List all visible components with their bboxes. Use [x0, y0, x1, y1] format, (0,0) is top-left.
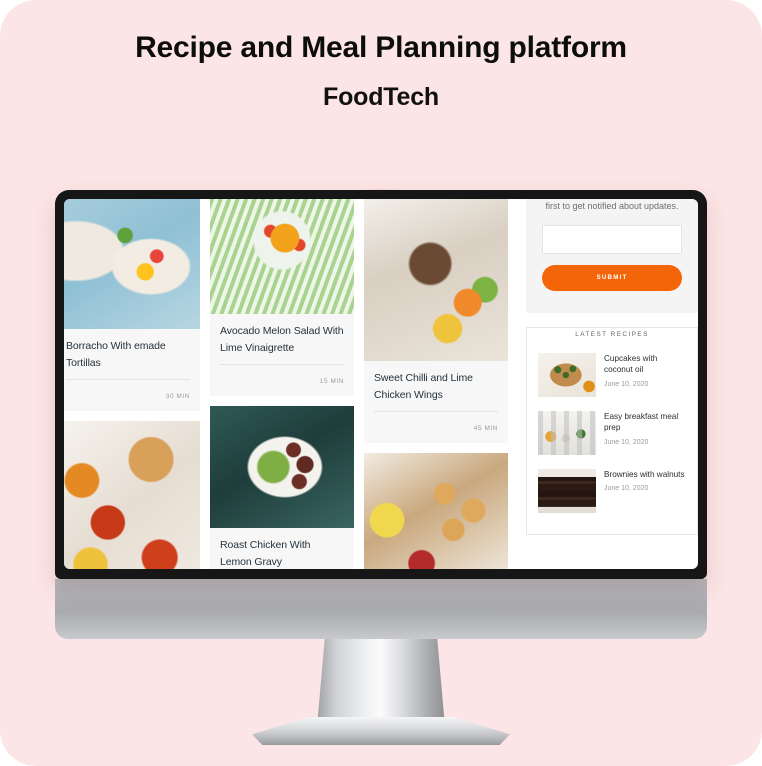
website-viewport: Borracho With emade Tortillas 30 MIN Avoc… [64, 199, 698, 569]
list-item[interactable]: Cupcakes with coconut oil June 10, 2020 [538, 346, 686, 404]
list-item[interactable]: Brownies with walnuts June 10, 2020 [538, 462, 686, 520]
monitor-chin [55, 579, 707, 639]
latest-recipe-date: June 10, 2020 [604, 380, 649, 388]
recipe-card[interactable]: Roast Chicken With Lemon Gravy [210, 406, 354, 569]
page-subtitle: FoodTech [323, 83, 439, 112]
recipe-card-time: 30 MIN [165, 393, 190, 400]
recipe-card-body: Borracho With emade Tortillas 30 MIN [64, 329, 200, 411]
newsletter-email-input[interactable] [542, 224, 682, 254]
recipe-column-1: Borracho With emade Tortillas 30 MIN [64, 199, 200, 569]
monitor-base [252, 717, 510, 745]
latest-recipe-text: Easy breakfast meal prep June 10, 2020 [604, 411, 686, 446]
recipe-card-body: Sweet Chilli and Lime Chicken Wings 45 MI… [364, 361, 508, 443]
latest-recipe-text: Brownies with walnuts June 10, 2020 [604, 469, 685, 492]
latest-recipe-date: June 10, 2020 [604, 485, 649, 493]
latest-recipe-thumbnail [538, 468, 596, 513]
latest-recipe-text: Cupcakes with coconut oil June 10, 2020 [604, 353, 686, 388]
recipe-card[interactable]: Borracho With emade Tortillas 30 MIN [64, 199, 200, 411]
newsletter-submit-button[interactable]: SUBMIT [542, 264, 682, 291]
recipe-column-3: Sweet Chilli and Lime Chicken Wings 45 MI… [364, 199, 508, 569]
recipe-card[interactable] [64, 421, 200, 569]
monitor-screen: Borracho With emade Tortillas 30 MIN Avoc… [64, 199, 698, 569]
recipe-card-meta: 30 MIN [66, 379, 190, 403]
monitor-bezel: Borracho With emade Tortillas 30 MIN Avoc… [55, 190, 707, 579]
monitor-neck [317, 639, 445, 727]
recipe-card-body: Avocado Melon Salad With Lime Vinaigrett… [210, 314, 354, 396]
latest-recipes-heading: LATEST RECIPES [568, 330, 656, 338]
recipe-card[interactable]: Sweet Chilli and Lime Chicken Wings 45 MI… [364, 199, 508, 443]
latest-recipes-list: Cupcakes with coconut oil June 10, 2020 Ea… [538, 346, 686, 520]
recipe-card-meta: 45 MIN [374, 411, 498, 435]
recipe-column-2: Avocado Melon Salad With Lime Vinaigrett… [210, 199, 354, 569]
recipe-card[interactable]: Avocado Melon Salad With Lime Vinaigrett… [210, 199, 354, 396]
page-root: Recipe and Meal Planning platform FoodTe… [0, 0, 762, 766]
newsletter-text: first to get notified about updates. [545, 201, 679, 211]
recipe-card-image [364, 199, 508, 361]
recipe-card-title: Sweet Chilli and Lime Chicken Wings [374, 372, 473, 401]
latest-recipe-date: June 10, 2020 [604, 438, 649, 446]
latest-recipe-title: Easy breakfast meal prep [604, 411, 679, 433]
list-item[interactable]: Easy breakfast meal prep June 10, 2020 [538, 404, 686, 462]
recipe-card-title: Borracho With emade Tortillas [66, 340, 166, 369]
recipe-card[interactable] [364, 453, 508, 569]
recipe-card-time: 45 MIN [473, 425, 498, 432]
recipe-card-image [210, 406, 354, 528]
recipe-card-image [64, 199, 200, 329]
recipe-card-title: Avocado Melon Salad With Lime Vinaigrett… [220, 325, 344, 354]
latest-recipe-thumbnail [538, 352, 596, 397]
latest-recipe-title: Cupcakes with coconut oil [604, 353, 658, 375]
recipe-card-image [210, 199, 354, 314]
recipe-card-body: Roast Chicken With Lemon Gravy [210, 528, 354, 569]
page-header: Recipe and Meal Planning platform FoodTe… [0, 0, 762, 112]
sidebar: first to get notified about updates. SUB… [526, 199, 698, 569]
recipe-card-title: Roast Chicken With Lemon Gravy [220, 539, 311, 568]
monitor-mockup: Borracho With emade Tortillas 30 MIN Avoc… [55, 190, 707, 745]
recipe-grid: Borracho With emade Tortillas 30 MIN Avoc… [64, 199, 516, 569]
recipe-card-meta: 15 MIN [220, 364, 344, 388]
page-title: Recipe and Meal Planning platform [135, 31, 627, 64]
recipe-card-time: 15 MIN [319, 378, 344, 385]
latest-recipe-title: Brownies with walnuts [604, 469, 685, 479]
latest-recipes-widget: LATEST RECIPES Cupcakes with coconut oil… [526, 326, 698, 535]
latest-recipe-thumbnail [538, 410, 596, 455]
newsletter-widget: first to get notified about updates. SUB… [526, 199, 698, 313]
recipe-card-image [64, 421, 200, 569]
recipe-card-image [364, 453, 508, 569]
